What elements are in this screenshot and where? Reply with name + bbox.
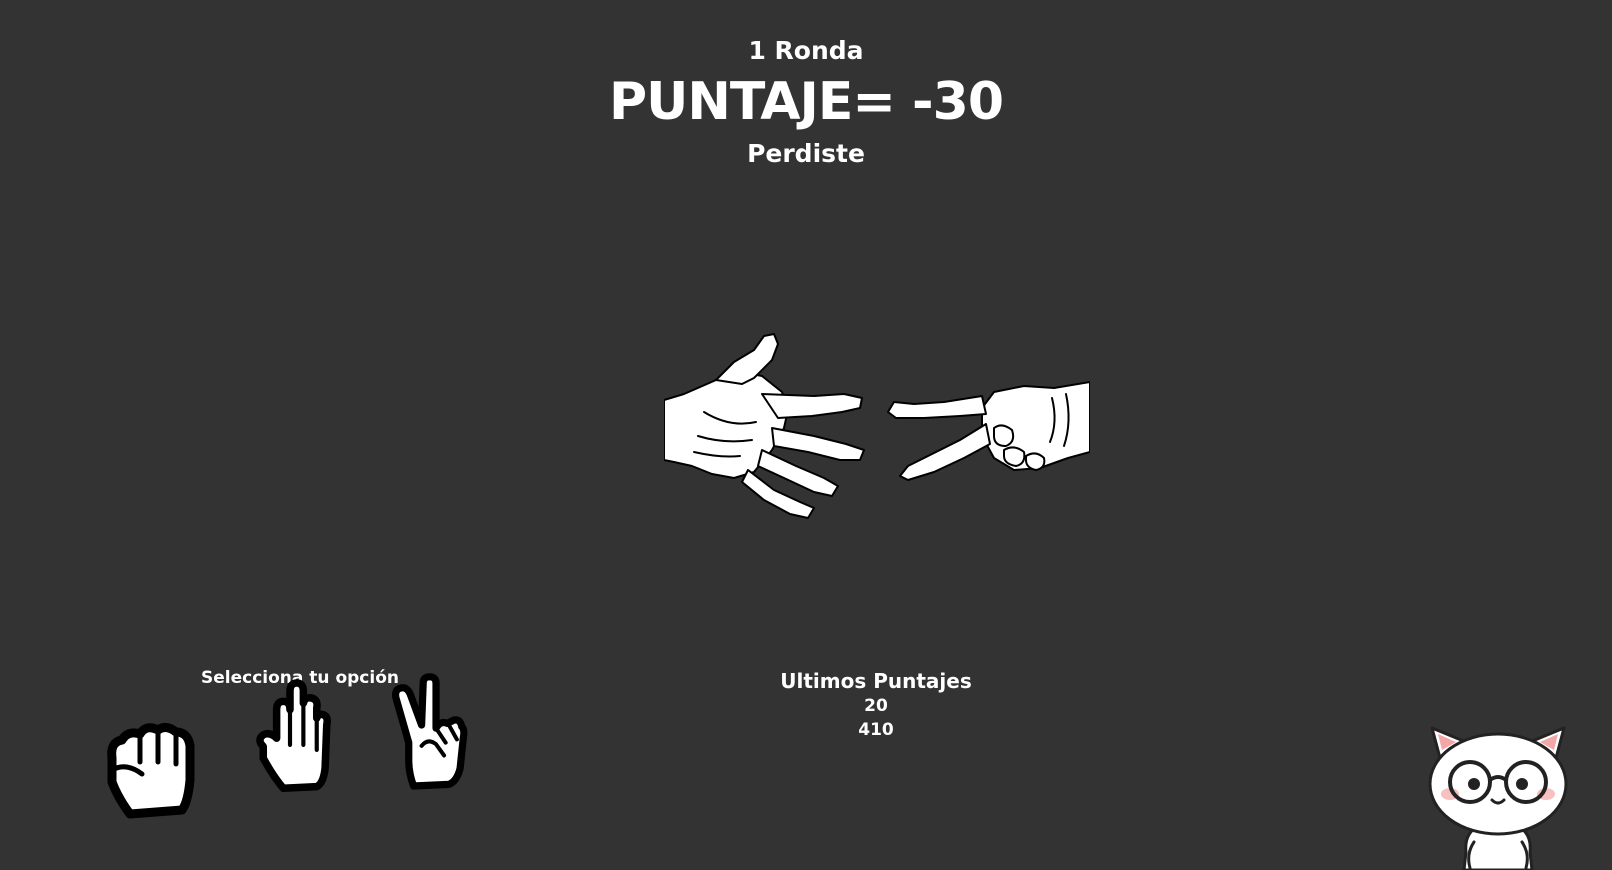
game-screen: 1 Ronda PUNTAJE= -30 Perdiste Selecciona… [0,0,1612,870]
fist-icon [107,722,195,819]
open-hand-icon [256,679,331,793]
scissors-hand-icon [887,381,1090,481]
cat-mascot-image [1428,726,1568,870]
scissors-choice-button[interactable] [374,672,482,794]
duel-hands-illustration [664,333,1090,519]
paper-choice-button[interactable] [236,678,344,800]
peace-hand-icon [391,673,468,790]
round-label: 1 Ronda [748,36,864,65]
score-header: 1 Ronda PUNTAJE= -30 Perdiste [0,30,1612,174]
result-label: Perdiste [747,139,865,168]
score-label: PUNTAJE= -30 [608,72,1004,132]
score-item: 20 [864,696,888,716]
scores-title: Ultimos Puntajes [780,669,972,693]
score-item: 410 [858,720,894,740]
latest-scores: Ultimos Puntajes 20 410 [776,668,976,742]
rock-choice-button[interactable] [98,702,206,824]
paper-hand-icon [664,333,865,519]
